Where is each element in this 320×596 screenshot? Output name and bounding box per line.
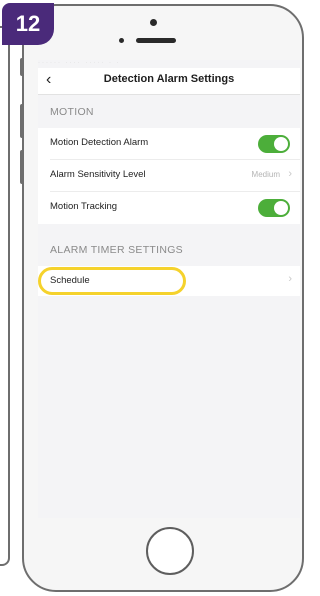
- section-header-motion: MOTION: [50, 106, 94, 118]
- status-bar: ······ ···· ····· · ·: [38, 60, 121, 66]
- schedule-highlight-ring: [38, 267, 186, 295]
- motion-tracking-toggle[interactable]: [258, 199, 290, 217]
- section-header-alarm-timer: ALARM TIMER SETTINGS: [50, 244, 183, 256]
- alarm-sensitivity-level-row[interactable]: Alarm Sensitivity Level Medium ›: [38, 160, 300, 192]
- app-screen: ······ ···· ····· · · ‹ Detection Alarm …: [38, 60, 300, 518]
- step-number-badge: 12: [2, 3, 54, 45]
- adjacent-phone-edge: [0, 26, 10, 566]
- home-button[interactable]: [146, 527, 194, 575]
- row-label: Motion Tracking: [50, 201, 118, 212]
- proximity-sensor: [150, 19, 157, 26]
- toggle-knob: [274, 201, 288, 215]
- row-label: Motion Detection Alarm: [50, 137, 149, 148]
- earpiece-speaker: [136, 38, 176, 43]
- front-camera: [119, 38, 124, 43]
- volume-up-button: [20, 104, 24, 138]
- volume-down-button: [20, 150, 24, 184]
- navigation-bar: ‹ Detection Alarm Settings: [38, 68, 300, 94]
- chevron-right-icon: ›: [288, 273, 292, 285]
- motion-detection-alarm-row[interactable]: Motion Detection Alarm: [38, 128, 300, 160]
- nav-divider: [38, 94, 300, 95]
- chevron-right-icon: ›: [288, 168, 292, 180]
- row-label: Alarm Sensitivity Level: [50, 169, 146, 180]
- motion-tracking-row[interactable]: Motion Tracking: [38, 192, 300, 224]
- motion-detection-alarm-toggle[interactable]: [258, 135, 290, 153]
- toggle-knob: [274, 137, 288, 151]
- sensitivity-value: Medium: [251, 170, 280, 179]
- page-title: Detection Alarm Settings: [103, 73, 235, 85]
- mute-switch: [20, 58, 24, 76]
